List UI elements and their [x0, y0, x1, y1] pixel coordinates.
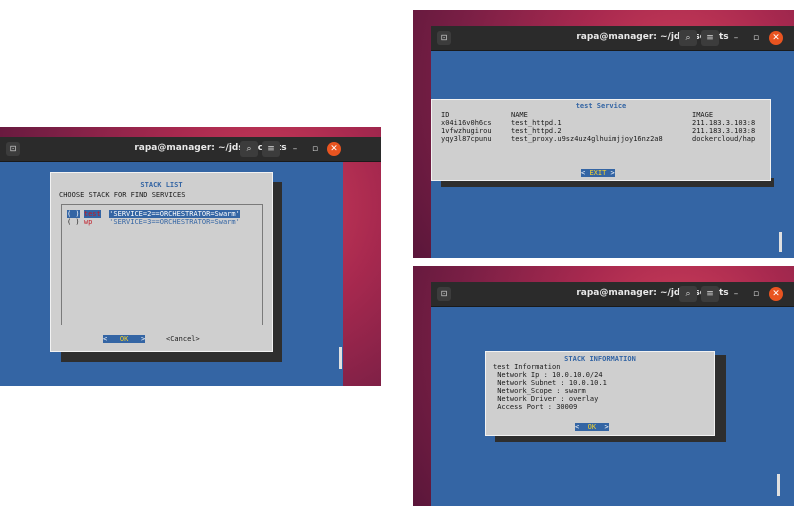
- ok-bracket-right: >: [140, 335, 146, 343]
- exit-bracket-right: >: [610, 169, 615, 177]
- search-icon[interactable]: ⌕: [679, 30, 697, 46]
- minimize-button[interactable]: –: [729, 31, 743, 45]
- stack-name-wp: wp: [83, 218, 93, 226]
- ok-label: OK: [587, 423, 597, 431]
- info-line: Network_Scope : swarm: [493, 387, 586, 395]
- radio-wp[interactable]: ( ): [67, 218, 80, 226]
- ok-button[interactable]: < OK >: [575, 423, 609, 431]
- table-cell: test_proxy.u9sz4uz4glhuimjjoy16nz2a8: [511, 135, 663, 143]
- scrollbar[interactable]: [777, 474, 780, 496]
- menu-icon[interactable]: ≡: [701, 30, 719, 46]
- info-line: Network Driver : overlay: [493, 395, 599, 403]
- radio-item-test[interactable]: ( ) test 'SERVICE=2==ORCHESTRATOR=Swarm': [67, 210, 240, 218]
- title-bar: ⊡ rapa@manager: ~/jdss/scripts ⌕ ≡ – ▫ ✕: [0, 137, 381, 162]
- column-header-name: NAME: [511, 111, 528, 119]
- column-header-image: IMAGE: [692, 111, 714, 119]
- menu-icon[interactable]: ≡: [701, 286, 719, 302]
- radio-test[interactable]: ( ): [67, 210, 80, 218]
- close-button[interactable]: ✕: [769, 287, 783, 301]
- service-dialog: test Service ID NAME IMAGE x04i16v0h6cs …: [431, 99, 771, 181]
- table-cell: 211.183.3.103:8: [692, 119, 756, 127]
- screenshot-service: ⊡ rapa@manager: ~/jdss/scripts ⌕ ≡ – ▫ ✕…: [413, 10, 794, 258]
- search-icon[interactable]: ⌕: [679, 286, 697, 302]
- screenshot-stack-list: ⊡ rapa@manager: ~/jdss/scripts ⌕ ≡ – ▫ ✕…: [0, 127, 381, 386]
- exit-button[interactable]: < EXIT >: [581, 169, 615, 177]
- radio-item-wp[interactable]: ( ) wp 'SERVICE=3==ORCHESTRATOR=Swarm': [67, 218, 240, 226]
- dialog-title: test Service: [575, 102, 627, 110]
- stack-value-test: 'SERVICE=2==ORCHESTRATOR=Swarm': [109, 210, 240, 218]
- ok-bracket-right: >: [604, 423, 609, 431]
- maximize-button[interactable]: ▫: [749, 287, 763, 301]
- scrollbar[interactable]: [339, 347, 342, 369]
- table-cell: dockercloud/hap: [692, 135, 756, 143]
- menu-icon[interactable]: ≡: [262, 141, 280, 157]
- title-bar: ⊡ rapa@manager: ~/jdss/scripts ⌕ ≡ – ▫ ✕: [431, 282, 794, 307]
- cell-id: 1vfwzhugirou: [441, 127, 492, 135]
- stack-value-wp: 'SERVICE=3==ORCHESTRATOR=Swarm': [109, 218, 240, 226]
- table-row: yqy3l87cpunu: [441, 135, 492, 143]
- cancel-button[interactable]: <Cancel>: [166, 335, 200, 343]
- terminal-area: test Service ID NAME IMAGE x04i16v0h6cs …: [431, 51, 794, 258]
- terminal-window: ⊡ rapa@manager: ~/jdss/scripts ⌕ ≡ – ▫ ✕…: [0, 127, 381, 386]
- scrollbar[interactable]: [779, 232, 782, 252]
- minimize-button[interactable]: –: [729, 287, 743, 301]
- table-row: 1vfwzhugirou: [441, 127, 492, 135]
- table-cell: test_httpd.2: [511, 127, 562, 135]
- info-line: Network Ip : 10.0.10.0/24: [493, 371, 603, 379]
- table-cell: test_httpd.1: [511, 119, 562, 127]
- minimize-button[interactable]: –: [288, 142, 302, 156]
- stack-name-test: test: [83, 210, 101, 218]
- column-header-id: ID: [441, 111, 450, 119]
- info-line: Network Subnet : 10.0.10.1: [493, 379, 607, 387]
- info-line: test Information: [493, 363, 561, 371]
- search-icon[interactable]: ⌕: [240, 141, 258, 157]
- dialog-title: STACK LIST: [140, 181, 183, 189]
- close-button[interactable]: ✕: [769, 31, 783, 45]
- exit-label: EXIT: [589, 169, 607, 177]
- stack-list-dialog: STACK LIST CHOOSE STACK FOR FIND SERVICE…: [50, 172, 273, 352]
- maximize-button[interactable]: ▫: [749, 31, 763, 45]
- screenshot-stack-info: ⊡ rapa@manager: ~/jdss/scripts ⌕ ≡ – ▫ ✕…: [413, 266, 794, 506]
- dialog-prompt: CHOOSE STACK FOR FIND SERVICES: [59, 191, 186, 199]
- dialog-title: STACK INFORMATION: [564, 355, 636, 363]
- cell-id: yqy3l87cpunu: [441, 135, 492, 143]
- new-tab-icon[interactable]: ⊡: [437, 287, 451, 301]
- maximize-button[interactable]: ▫: [308, 142, 322, 156]
- terminal-area: STACK LIST CHOOSE STACK FOR FIND SERVICE…: [0, 162, 343, 386]
- cell-id: x04i16v0h6cs: [441, 119, 492, 127]
- terminal-area: STACK INFORMATION test Information Netwo…: [431, 307, 794, 506]
- stack-info-dialog: STACK INFORMATION test Information Netwo…: [485, 351, 715, 436]
- info-line: Access Port : 30009: [493, 403, 578, 411]
- terminal-window: ⊡ rapa@manager: ~/jdss/scripts ⌕ ≡ – ▫ ✕…: [413, 266, 794, 506]
- table-row: x04i16v0h6cs: [441, 119, 492, 127]
- terminal-window: ⊡ rapa@manager: ~/jdss/scripts ⌕ ≡ – ▫ ✕…: [413, 10, 794, 258]
- new-tab-icon[interactable]: ⊡: [6, 142, 20, 156]
- close-button[interactable]: ✕: [327, 142, 341, 156]
- ok-button[interactable]: < OK >: [103, 335, 146, 343]
- table-cell: 211.183.3.103:8: [692, 127, 756, 135]
- new-tab-icon[interactable]: ⊡: [437, 31, 451, 45]
- title-bar: ⊡ rapa@manager: ~/jdss/scripts ⌕ ≡ – ▫ ✕: [431, 26, 794, 51]
